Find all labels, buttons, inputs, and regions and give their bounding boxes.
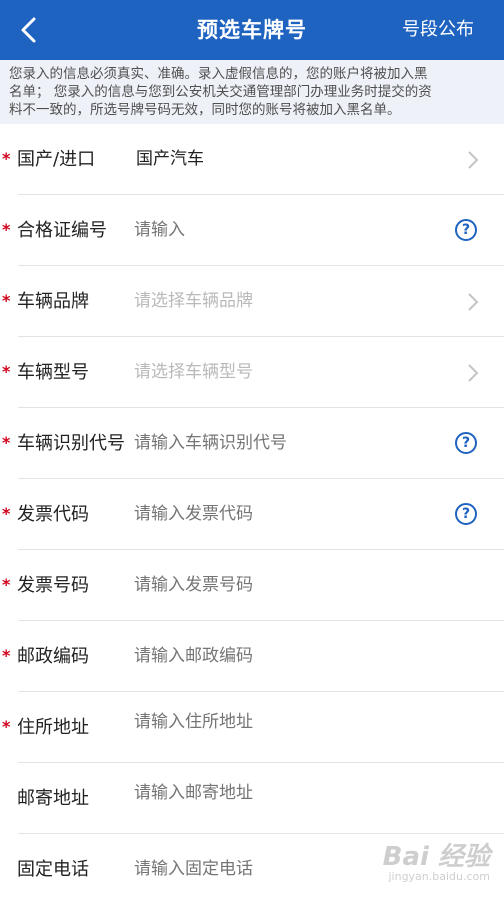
form-row-origin[interactable]: * 国产/进口 国产汽车 bbox=[0, 124, 504, 195]
chevron-right-icon bbox=[467, 150, 479, 170]
form-row-certificate-number: * 合格证编号 ? bbox=[0, 195, 504, 266]
field-label: 国产/进口 bbox=[17, 124, 95, 195]
baidu-jingyan-watermark: Bai 经验 jingyan.baidu.com bbox=[383, 844, 490, 883]
origin-value: 国产汽车 bbox=[136, 124, 204, 195]
plate-preselect-form: * 国产/进口 国产汽车 * 合格证编号 ? * 车辆品牌 请选择车辆品牌 * … bbox=[0, 124, 504, 905]
vin-input[interactable] bbox=[134, 408, 434, 479]
chevron-right-icon bbox=[467, 292, 479, 312]
field-label: 车辆品牌 bbox=[17, 266, 89, 337]
field-label: 住所地址 bbox=[17, 692, 89, 763]
certificate-number-input[interactable] bbox=[134, 195, 434, 266]
form-row-invoice-code: * 发票代码 ? bbox=[0, 479, 504, 550]
field-label: 发票号码 bbox=[17, 550, 89, 621]
chevron-right-icon bbox=[467, 363, 479, 383]
field-label: 固定电话 bbox=[17, 834, 89, 905]
form-row-vehicle-model[interactable]: * 车辆型号 请选择车辆型号 bbox=[0, 337, 504, 408]
field-label: 邮政编码 bbox=[17, 621, 89, 692]
form-row-vehicle-brand[interactable]: * 车辆品牌 请选择车辆品牌 bbox=[0, 266, 504, 337]
field-label: 邮寄地址 bbox=[17, 763, 89, 834]
vehicle-brand-select[interactable]: 请选择车辆品牌 bbox=[134, 266, 434, 337]
number-segment-announcement-link[interactable]: 号段公布 bbox=[402, 0, 474, 60]
field-label: 车辆型号 bbox=[17, 337, 89, 408]
notice-line: 名单； 您录入的信息与您到公安机关交通管理部门办理业务时提交的资 bbox=[9, 83, 496, 101]
notice-banner: 您录入的信息必须真实、准确。录入虚假信息的，您的账户将被加入黑 名单； 您录入的… bbox=[0, 60, 504, 124]
residence-address-input[interactable] bbox=[134, 710, 434, 734]
form-row-residence-address: * 住所地址 bbox=[0, 692, 504, 763]
form-row-invoice-number: * 发票号码 bbox=[0, 550, 504, 621]
field-label: 合格证编号 bbox=[17, 195, 107, 266]
required-mark: * bbox=[2, 365, 10, 379]
help-icon[interactable]: ? bbox=[455, 219, 477, 241]
required-mark: * bbox=[2, 223, 10, 237]
watermark-logo-text: Bai 经验 bbox=[383, 844, 490, 870]
nav-bar: 预选车牌号 号段公布 bbox=[0, 0, 504, 60]
postal-code-input[interactable] bbox=[134, 621, 434, 692]
required-mark: * bbox=[2, 436, 10, 450]
vehicle-model-select[interactable]: 请选择车辆型号 bbox=[134, 337, 434, 408]
required-mark: * bbox=[2, 578, 10, 592]
required-mark: * bbox=[2, 507, 10, 521]
notice-line: 您录入的信息必须真实、准确。录入虚假信息的，您的账户将被加入黑 bbox=[9, 65, 496, 83]
field-label: 车辆识别代号 bbox=[17, 408, 125, 479]
required-mark: * bbox=[2, 152, 10, 166]
help-icon[interactable]: ? bbox=[455, 503, 477, 525]
invoice-number-input[interactable] bbox=[134, 550, 434, 621]
field-label: 发票代码 bbox=[17, 479, 89, 550]
form-row-mailing-address: 邮寄地址 bbox=[0, 763, 504, 834]
invoice-code-input[interactable] bbox=[134, 479, 434, 550]
mailing-address-input[interactable] bbox=[134, 781, 434, 805]
required-mark: * bbox=[2, 649, 10, 663]
watermark-url: jingyan.baidu.com bbox=[383, 870, 490, 883]
form-row-postal-code: * 邮政编码 bbox=[0, 621, 504, 692]
required-mark: * bbox=[2, 294, 10, 308]
help-icon[interactable]: ? bbox=[455, 432, 477, 454]
form-row-vin: * 车辆识别代号 ? bbox=[0, 408, 504, 479]
required-mark: * bbox=[2, 720, 10, 734]
notice-line: 料不一致的，所选号牌号码无效，同时您的账号将被加入黑名单。 bbox=[9, 101, 496, 119]
